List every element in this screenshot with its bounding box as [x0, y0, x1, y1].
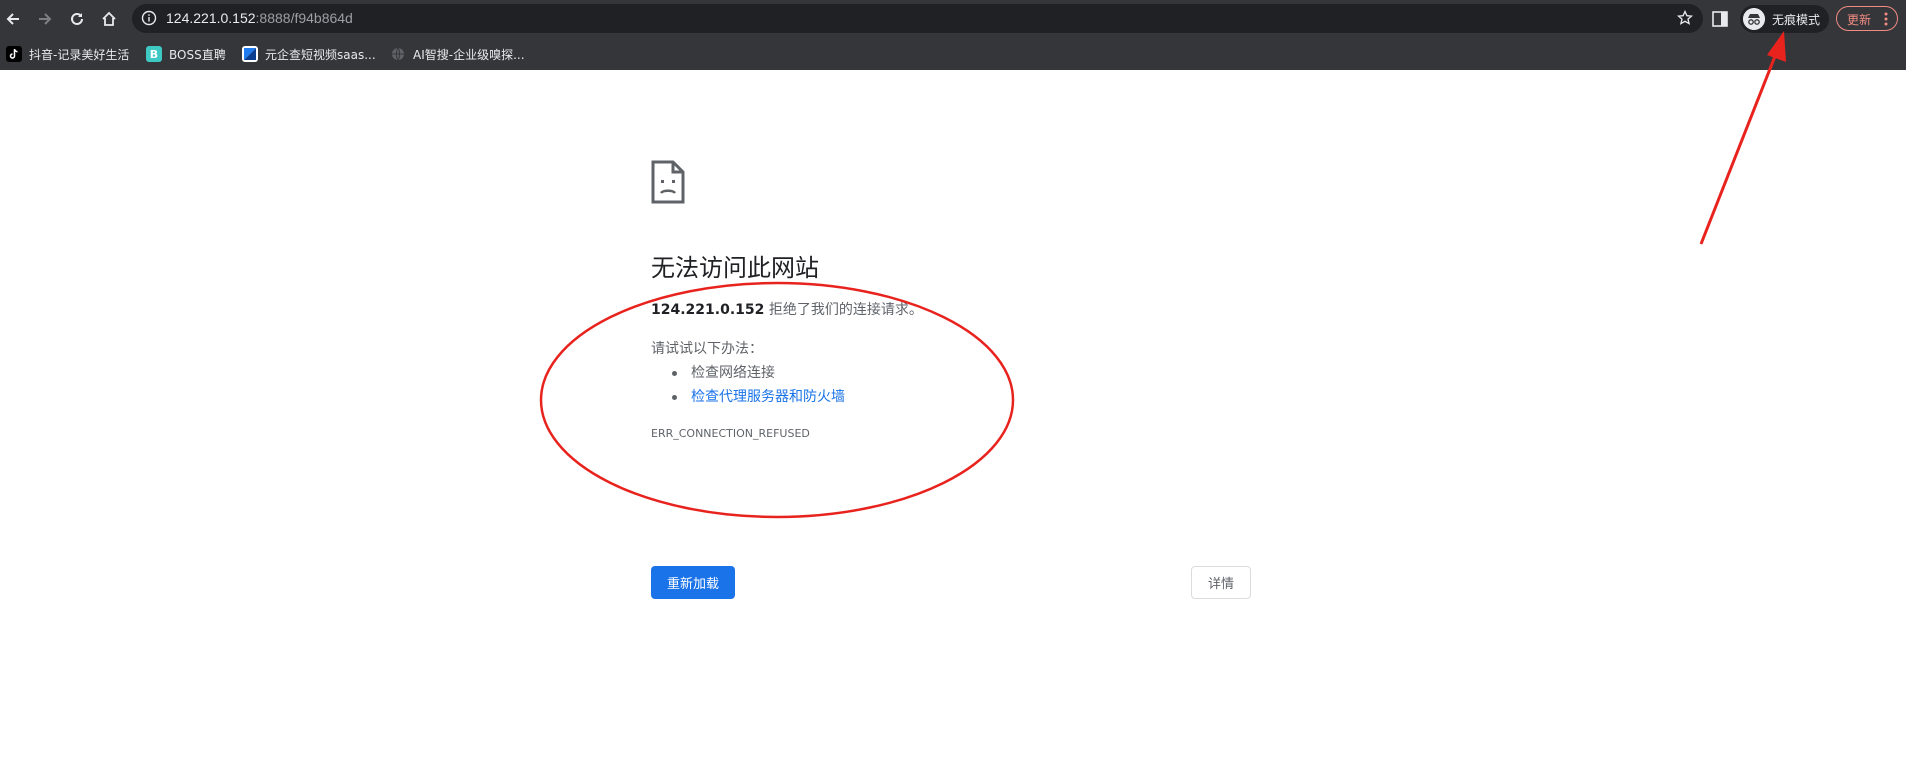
home-button[interactable] [98, 8, 120, 30]
bookmark-label: BOSS直聘 [169, 47, 226, 62]
reload-page-button[interactable]: 重新加载 [651, 566, 735, 599]
incognito-label: 无痕模式 [1772, 13, 1821, 27]
suggestion-item: 检查代理服务器和防火墙 [651, 385, 845, 409]
incognito-chip[interactable]: 无痕模式 [1740, 5, 1829, 33]
reload-icon [71, 12, 83, 25]
forward-button[interactable] [34, 8, 56, 30]
boss-icon: B [146, 46, 162, 62]
more-menu-icon [1884, 12, 1888, 26]
url-text[interactable]: 124.221.0.152:8888/f94b864d [166, 10, 353, 26]
error-code: ERR_CONNECTION_REFUSED [651, 427, 810, 440]
bookmark-label: 元企查短视频saas... [265, 47, 376, 62]
bookmarks-bar: 抖音-记录美好生活 B BOSS直聘 元企查短视频saas... AI智搜-企业… [0, 38, 1906, 71]
tiktok-icon [6, 46, 22, 62]
update-label: 更新 [1847, 13, 1872, 27]
error-host: 124.221.0.152 [651, 302, 765, 318]
browser-toolbar: 124.221.0.152:8888/f94b864d 无痕模式 更新 [0, 0, 1906, 38]
suggestion-item: 检查网络连接 [651, 361, 845, 385]
details-button[interactable]: 详情 [1191, 566, 1251, 599]
bookmark-item[interactable]: 元企查短视频saas... [242, 44, 376, 64]
url-host: 124.221.0.152 [166, 10, 256, 26]
bookmark-label: 抖音-记录美好生活 [29, 47, 130, 62]
bookmark-item[interactable]: B BOSS直聘 [146, 44, 226, 64]
bookmark-label: AI智搜-企业级嗅探... [413, 47, 525, 62]
check-proxy-firewall-link[interactable]: 检查代理服务器和防火墙 [691, 389, 845, 405]
bookmark-item[interactable]: AI智搜-企业级嗅探... [390, 44, 525, 64]
home-icon [102, 11, 116, 26]
back-button[interactable] [2, 8, 24, 30]
error-message: 拒绝了我们的连接请求。 [764, 302, 923, 318]
forward-arrow-icon [39, 13, 52, 25]
globe-icon [390, 46, 406, 62]
error-description: 124.221.0.152 拒绝了我们的连接请求。 [651, 299, 923, 319]
suggestions-heading: 请试试以下办法： [651, 341, 763, 357]
site-info-icon[interactable] [141, 10, 157, 26]
page-content [0, 70, 1906, 783]
url-path: :8888/f94b864d [255, 10, 353, 26]
suggestions-list: 检查网络连接 检查代理服务器和防火墙 [651, 361, 845, 409]
reload-button[interactable] [66, 8, 88, 30]
sad-page-icon [651, 160, 685, 204]
address-bar[interactable]: 124.221.0.152:8888/f94b864d [132, 4, 1703, 33]
bookmark-star-icon[interactable] [1677, 10, 1693, 26]
bookmark-app-icon [242, 46, 258, 62]
suggestion-text: 检查网络连接 [691, 365, 775, 381]
update-button[interactable]: 更新 [1836, 6, 1898, 31]
incognito-icon [1743, 8, 1765, 30]
error-title: 无法访问此网站 [651, 254, 819, 282]
back-arrow-icon [6, 13, 19, 25]
bookmark-item[interactable]: 抖音-记录美好生活 [6, 44, 129, 64]
side-panel-icon[interactable] [1711, 10, 1729, 28]
